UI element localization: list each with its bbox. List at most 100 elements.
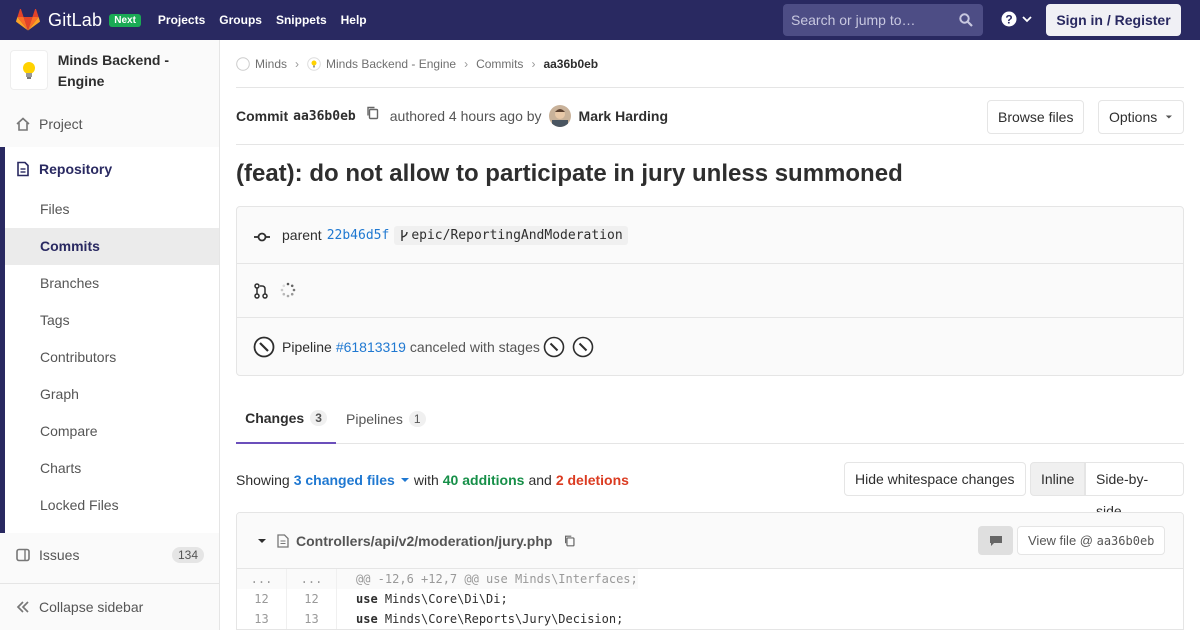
stage-canceled-icon[interactable] xyxy=(543,336,565,358)
branch-ref-chip[interactable]: epic/ReportingAndModeration xyxy=(394,225,628,245)
view-file-button[interactable]: View file @ aa36b0eb xyxy=(1017,526,1166,555)
breadcrumb-label: Minds Backend - Engine xyxy=(326,56,457,71)
code-keyword: use xyxy=(356,612,378,626)
caret-down-icon xyxy=(400,478,409,482)
changed-files-dropdown[interactable]: 3 changed files xyxy=(294,472,410,488)
inline-view-button[interactable]: Inline xyxy=(1030,462,1086,496)
stage-canceled-icon[interactable] xyxy=(572,336,594,358)
commit-tabs: Changes 3 Pipelines 1 xyxy=(236,393,1184,444)
code-text: Minds\Core\Reports\Jury\Decision; xyxy=(377,612,624,626)
with-label: with xyxy=(413,472,439,488)
copy-icon[interactable] xyxy=(365,105,381,121)
issues-count-badge: 134 xyxy=(171,547,204,563)
diff-line-code: use Minds\Core\Reports\Jury\Decision; xyxy=(337,609,623,629)
old-line-number[interactable]: ... xyxy=(237,569,287,589)
sidebar-item-issues[interactable]: Issues 134 xyxy=(0,543,219,567)
hide-whitespace-button[interactable]: Hide whitespace changes xyxy=(844,462,1026,496)
file-path-link[interactable]: Controllers/api/v2/moderation/jury.php xyxy=(296,533,552,549)
merge-request-icon xyxy=(254,282,268,299)
sidebar-subitem-commits[interactable]: Commits xyxy=(5,228,219,265)
diff-line: 13 13 use Minds\Core\Reports\Jury\Decisi… xyxy=(237,609,1183,629)
sidebar-subitem-contributors[interactable]: Contributors xyxy=(5,339,219,376)
commit-sha: aa36b0eb xyxy=(293,108,356,124)
sidebar-item-repository[interactable]: Repository xyxy=(0,157,219,181)
sidebar-project-name: Minds Backend - Engine xyxy=(57,52,169,89)
showing-label: Showing xyxy=(236,472,290,488)
comments-toggle-button[interactable] xyxy=(978,526,1013,555)
author-name-link[interactable]: Mark Harding xyxy=(579,108,668,124)
sidebar-subitem-locked-files[interactable]: Locked Files xyxy=(5,487,219,524)
view-file-label: View file @ xyxy=(1028,533,1093,548)
search-input[interactable]: Search or jump to… xyxy=(783,4,983,36)
old-line-number[interactable]: 12 xyxy=(237,589,287,609)
breadcrumb: Minds › Minds Backend - Engine › Commits… xyxy=(236,40,1184,88)
author-avatar[interactable] xyxy=(548,105,571,127)
diff-line-match: ... ... @@ -12,6 +12,7 @@ use Minds\Inte… xyxy=(237,569,1183,589)
gitlab-home-link[interactable]: GitLab Next xyxy=(16,0,141,40)
gitlab-logo-icon xyxy=(16,9,40,31)
nav-projects[interactable]: Projects xyxy=(151,0,212,40)
sidebar-subitem-tags[interactable]: Tags xyxy=(5,302,219,339)
next-badge[interactable]: Next xyxy=(109,13,141,27)
breadcrumb-item-project[interactable]: Minds Backend - Engine xyxy=(307,57,456,71)
project-avatar xyxy=(10,50,48,90)
sidebar-project-header[interactable]: Minds Backend - Engine xyxy=(10,50,210,92)
help-dropdown[interactable]: ? xyxy=(1001,11,1033,27)
sidebar-subitem-graph[interactable]: Graph xyxy=(5,376,219,413)
changed-files-label: 3 changed files xyxy=(293,472,395,488)
side-by-side-view-button[interactable]: Side-by-side xyxy=(1085,462,1184,519)
breadcrumb-item-current[interactable]: aa36b0eb xyxy=(543,57,598,71)
caret-down-icon xyxy=(1166,115,1173,119)
group-avatar-icon xyxy=(236,56,250,71)
commit-node-icon xyxy=(254,232,270,242)
breadcrumb-chevron-icon: › xyxy=(464,56,469,71)
parent-sha-link[interactable]: 22b46d5f xyxy=(327,228,390,243)
sidebar-subitem-charts[interactable]: Charts xyxy=(5,450,219,487)
loading-spinner-icon xyxy=(280,282,296,297)
pipeline-id-link[interactable]: #61813319 xyxy=(336,339,406,355)
diff-line-code: @@ -12,6 +12,7 @@ use Minds\Interfaces; xyxy=(337,569,638,589)
parent-label: parent xyxy=(282,227,322,243)
issues-icon xyxy=(15,547,31,563)
tab-count-badge: 1 xyxy=(408,410,426,427)
browse-files-button[interactable]: Browse files xyxy=(987,100,1085,134)
new-line-number[interactable]: 13 xyxy=(287,609,337,629)
chevron-down-icon xyxy=(1022,16,1032,23)
old-line-number[interactable]: 13 xyxy=(237,609,287,629)
sidebar-subitem-compare[interactable]: Compare xyxy=(5,413,219,450)
file-icon xyxy=(277,533,289,548)
pipeline-label: Pipeline xyxy=(282,339,332,355)
tab-pipelines[interactable]: Pipelines 1 xyxy=(346,393,426,444)
pipeline-row: Pipeline #61813319 canceled with stages xyxy=(237,318,1183,376)
home-icon xyxy=(15,116,31,132)
copy-icon[interactable] xyxy=(563,534,577,548)
commit-authored-text: authored 4 hours ago by xyxy=(389,108,542,124)
tab-changes[interactable]: Changes 3 xyxy=(236,393,336,444)
sidebar-subitem-branches[interactable]: Branches xyxy=(5,265,219,302)
nav-help[interactable]: Help xyxy=(334,0,374,40)
deletions-count: 2 deletions xyxy=(555,472,629,488)
sidebar-item-label: Issues xyxy=(39,547,80,563)
diff-line-code: use Minds\Core\Di\Di; xyxy=(337,589,508,609)
commit-header: Commit aa36b0eb authored 4 hours ago by … xyxy=(236,88,1184,145)
options-dropdown-button[interactable]: Options xyxy=(1098,100,1184,134)
svg-text:?: ? xyxy=(1005,13,1012,27)
and-label: and xyxy=(528,472,552,488)
sidebar-subitem-files[interactable]: Files xyxy=(5,191,219,228)
tab-label: Pipelines xyxy=(346,410,403,427)
collapse-sidebar-button[interactable]: Collapse sidebar xyxy=(0,583,219,630)
nav-groups[interactable]: Groups xyxy=(212,0,269,40)
canceled-status-icon[interactable] xyxy=(253,336,275,358)
sidebar-item-project[interactable]: Project xyxy=(0,112,219,136)
collapse-sidebar-label: Collapse sidebar xyxy=(39,599,144,615)
commit-title: (feat): do not allow to participate in j… xyxy=(236,160,903,187)
nav-snippets[interactable]: Snippets xyxy=(269,0,334,40)
signin-register-button[interactable]: Sign in / Register xyxy=(1046,4,1181,36)
breadcrumb-item-commits[interactable]: Commits xyxy=(476,57,523,71)
new-line-number[interactable]: ... xyxy=(287,569,337,589)
breadcrumb-item-minds[interactable]: Minds xyxy=(236,57,287,71)
collapse-caret-icon[interactable] xyxy=(257,538,267,544)
top-navbar: GitLab Next Projects Groups Snippets Hel… xyxy=(0,0,1200,40)
breadcrumb-label: Minds xyxy=(255,56,288,71)
new-line-number[interactable]: 12 xyxy=(287,589,337,609)
